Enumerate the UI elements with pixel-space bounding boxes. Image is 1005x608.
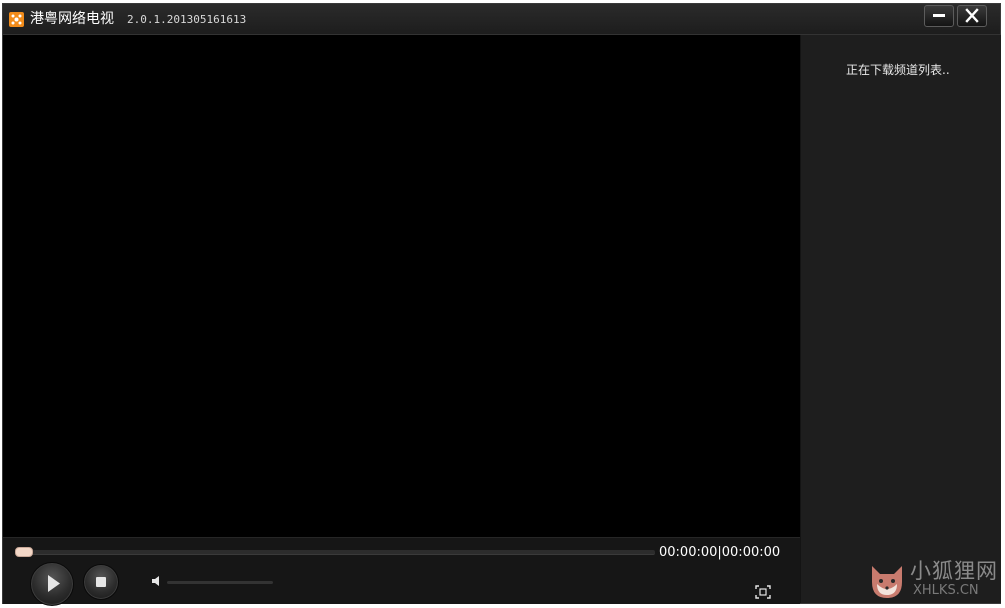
watermark: 小狐狸网 XHLKS.CN — [864, 558, 1002, 604]
watermark-text: 小狐狸网 — [910, 559, 998, 583]
volume-slider[interactable] — [167, 581, 273, 584]
title-bar[interactable]: 港粤网络电视 2.0.1.201305161613 — [3, 4, 1000, 35]
player-window: 港粤网络电视 2.0.1.201305161613 正在下载频道列表.. 00:… — [2, 3, 1001, 606]
watermark-url: XHLKS.CN — [913, 583, 979, 598]
control-bar: 00:00:00|00:00:00 — [3, 537, 800, 606]
version-label: 2.0.1.201305161613 — [127, 13, 247, 26]
fullscreen-icon[interactable] — [754, 584, 772, 600]
time-display: 00:00:00|00:00:00 — [659, 545, 781, 560]
channel-list-panel: 正在下载频道列表.. — [800, 35, 1001, 603]
close-icon — [965, 8, 979, 23]
seek-handle[interactable] — [15, 547, 33, 557]
play-icon — [48, 575, 60, 592]
minimize-button[interactable] — [924, 5, 954, 27]
play-button[interactable] — [30, 562, 74, 606]
channel-loading-status: 正在下载频道列表.. — [846, 63, 950, 77]
seek-bar[interactable] — [15, 550, 655, 555]
minimize-icon — [933, 14, 945, 17]
video-area[interactable] — [3, 35, 800, 537]
close-button[interactable] — [957, 5, 987, 27]
fox-logo-icon — [872, 566, 902, 598]
speaker-icon[interactable] — [151, 575, 163, 587]
stop-icon — [96, 577, 106, 587]
window-title: 港粤网络电视 — [30, 11, 114, 27]
app-logo-icon — [9, 12, 24, 27]
stop-button[interactable] — [83, 564, 119, 600]
